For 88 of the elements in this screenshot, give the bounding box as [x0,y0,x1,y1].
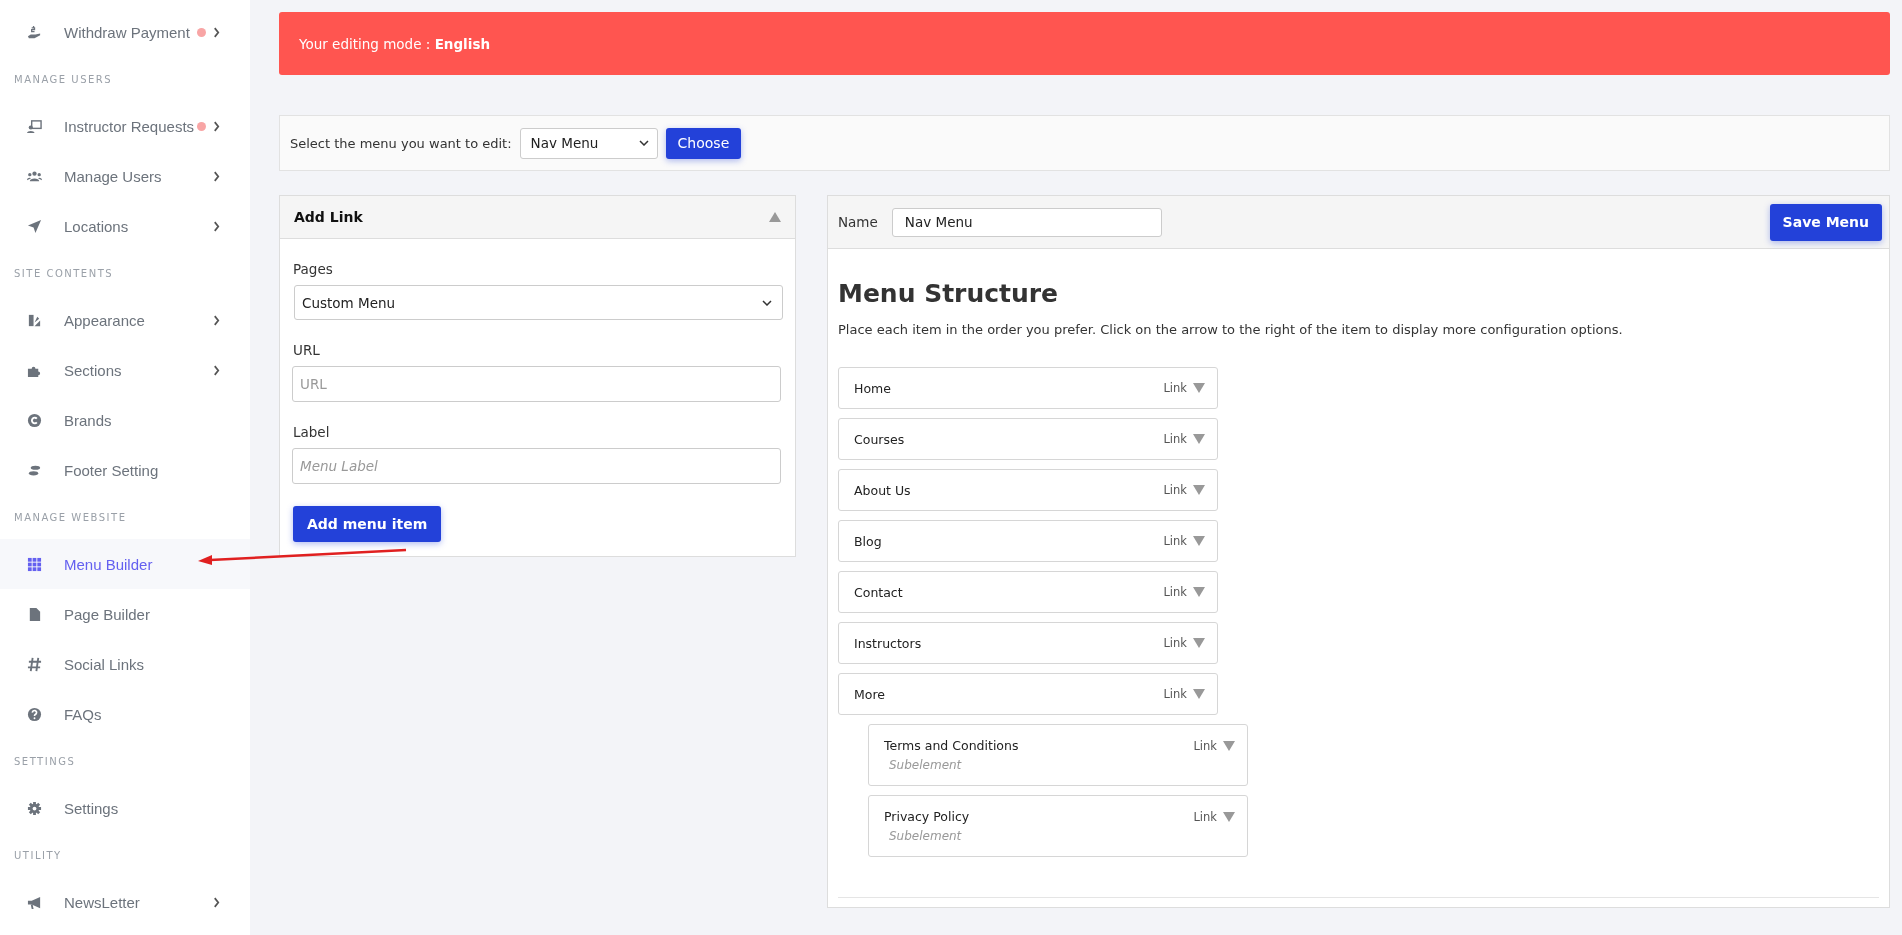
menu-item-type: Link [1163,432,1187,446]
expand-triangle-icon[interactable] [1193,485,1205,495]
section-heading: UTILITY [13,848,63,863]
section-heading: SETTINGS [13,754,77,769]
sidebar-item[interactable]: Sections [0,345,250,395]
menu-item-label: About Us [854,482,912,498]
hand-coin-icon [27,24,42,40]
choose-button[interactable]: Choose [665,127,742,159]
add-menu-item-button[interactable]: Add menu item [293,506,442,542]
menu-item-label: Home [854,380,892,396]
section-heading: MANAGE USERS [13,72,114,87]
menu-item-type: Link [1163,585,1187,599]
menu-item-card[interactable]: Contact Link [838,571,1218,613]
menu-name-input-field[interactable]: Nav Menu [891,207,1162,237]
file-icon [27,606,42,622]
sidebar-item[interactable]: Footer Setting [0,445,250,495]
editing-mode-text: Your editing mode : English [299,35,491,52]
chevron-down-icon [638,140,649,146]
label-label: Label [293,424,330,440]
menu-structure-heading: Menu Structure [838,279,1060,308]
menu-item-type: Link [1163,381,1187,395]
sidebar-item[interactable]: Manage Users [0,151,250,201]
sidebar-item[interactable]: Instructor Requests [0,101,250,151]
sidebar-item[interactable]: Settings [0,783,250,833]
menu-item-type: Link [1193,809,1217,824]
hashtag-icon [27,656,42,672]
section-heading: SITE CONTENTS [13,266,115,281]
menu-item-card[interactable]: More Link [838,673,1218,715]
menu-structure-description: Place each item in the order you prefer. Click on the arrow to the right of the item to display more configuration options. [838,322,1624,337]
menu-item-label: Blog [854,533,883,549]
sidebar-item[interactable]: Page Builder [0,589,250,639]
sidebar-item[interactable]: Appearance [0,295,250,345]
copyright-icon [27,412,42,428]
expand-triangle-icon[interactable] [1193,383,1205,393]
menu-item-label: More [854,686,886,702]
menu-item-card[interactable]: Courses Link [838,418,1218,460]
megaphone-icon [27,894,42,910]
subelement-note: Subelement [889,758,963,772]
expand-triangle-icon[interactable] [1193,536,1205,546]
menu-label-input-field[interactable]: Menu Label [292,448,781,484]
menu-item-label: Courses [854,431,906,447]
sidebar-item[interactable]: Withdraw Payment [0,7,250,57]
subelement-note: Subelement [889,829,963,843]
menu-dropdown[interactable]: Nav Menu [519,127,658,159]
location-arrow-icon [27,218,42,234]
expand-triangle-icon[interactable] [1223,740,1235,751]
question-circle-icon [27,706,42,722]
palette-icon [27,312,42,328]
expand-triangle-icon[interactable] [1223,811,1235,822]
expand-triangle-icon[interactable] [1193,689,1205,699]
pages-label: Pages [293,261,333,277]
menu-item-card[interactable]: Blog Link [838,520,1218,562]
menu-item-label: Contact [854,584,904,600]
menu-item-label: Instructors [854,635,923,651]
expand-triangle-icon[interactable] [1193,587,1205,597]
menu-item-label: Terms and Conditions [884,738,1020,753]
menu-item-card[interactable]: Instructors Link [838,622,1218,664]
grid-icon [27,556,42,572]
collapse-triangle-icon[interactable] [769,212,781,222]
section-heading: MANAGE WEBSITE [13,510,128,525]
menu-item-type: Link [1163,687,1187,701]
sidebar-item[interactable]: Locations [0,201,250,251]
menu-item-type: Link [1163,636,1187,650]
menu-item-card[interactable]: Privacy Policy Link Subelement [868,795,1248,857]
url-input-field[interactable]: URL [292,366,781,402]
person-board-icon [27,118,42,134]
menu-item-card[interactable]: Terms and Conditions Link Subelement [868,724,1248,786]
menu-item-type: Link [1193,738,1217,753]
menu-item-label: Privacy Policy [884,809,971,824]
pages-dropdown[interactable]: Custom Menu [294,285,783,320]
sidebar-item[interactable]: Brands [0,395,250,445]
menu-item-card[interactable]: Home Link [838,367,1218,409]
name-label: Name [838,214,878,230]
sidebar-item[interactable]: Social Links [0,639,250,689]
chevron-down-icon [762,299,772,306]
panel-title: Add Link [294,209,364,225]
save-menu-button[interactable]: Save Menu [1769,203,1882,241]
menu-select-label: Select the menu you want to edit: [290,135,512,151]
settings-icon [27,800,42,816]
expand-triangle-icon[interactable] [1193,638,1205,648]
url-label: URL [293,342,320,358]
menu-item-type: Link [1163,534,1187,548]
expand-triangle-icon[interactable] [1193,434,1205,444]
menu-item-card[interactable]: About Us Link [838,469,1218,511]
sidebar-item[interactable]: FAQs [0,689,250,739]
menu-item-type: Link [1163,483,1187,497]
sidebar-item[interactable]: Menu Builder [0,539,250,589]
sidebar-item[interactable]: NewsLetter [0,877,250,927]
